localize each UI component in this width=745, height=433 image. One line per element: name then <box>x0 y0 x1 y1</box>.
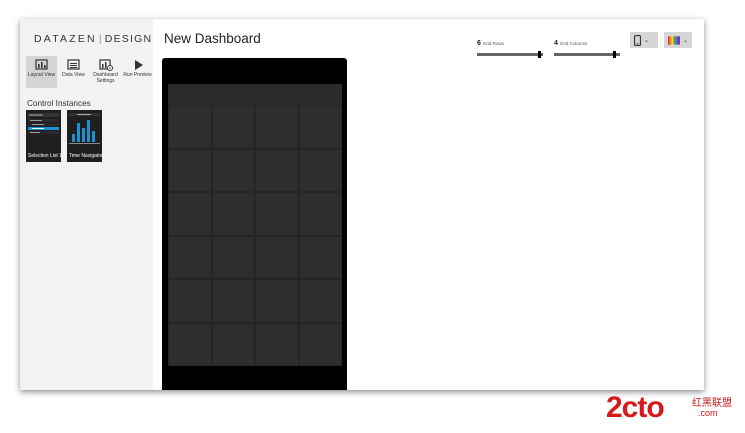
dashboard-settings-icon <box>98 59 113 71</box>
play-icon <box>134 60 143 70</box>
run-preview-button[interactable]: Run Preview <box>122 56 153 88</box>
data-view-label: Data View <box>62 72 85 78</box>
grid-cell[interactable] <box>255 148 299 192</box>
grid-cell[interactable] <box>168 148 212 192</box>
view-toolbar: Layout View Data View Dashboard Settings… <box>26 56 154 90</box>
device-screen <box>168 84 342 366</box>
instance-caption: Selection List 1 <box>28 153 62 159</box>
device-picker[interactable]: ⌄ <box>630 32 658 48</box>
app-brand: DATAZEN <box>34 33 97 45</box>
grid-cell[interactable] <box>298 192 342 236</box>
grid-cell[interactable] <box>211 105 255 149</box>
grid-cell[interactable] <box>298 279 342 323</box>
device-frame <box>162 58 347 390</box>
data-view-button[interactable]: Data View <box>58 56 89 88</box>
layout-view-label: Layout View <box>27 72 56 78</box>
watermark-logo: 2cto 红黑联盟 .com <box>606 392 742 428</box>
dashboard-title[interactable]: New Dashboard <box>164 31 261 46</box>
grid-cell[interactable] <box>298 148 342 192</box>
grid-columns-slider-thumb[interactable] <box>612 51 616 58</box>
run-preview-label: Run Preview <box>123 72 152 78</box>
grid-cell[interactable] <box>211 192 255 236</box>
grid-rows-label: Grid Rows <box>482 41 504 46</box>
sidebar: DATAZEN | DESIGNER Layout View Data View… <box>20 19 168 390</box>
control-instances-title: Control Instances <box>27 99 91 108</box>
grid-cell[interactable] <box>168 105 212 149</box>
grid-cell[interactable] <box>168 235 212 279</box>
grid-rows-slider[interactable] <box>477 51 543 58</box>
layout-grid <box>168 105 342 366</box>
grid-cell[interactable] <box>211 322 255 366</box>
layout-view-button[interactable]: Layout View <box>26 56 57 88</box>
app-window: DATAZEN | DESIGNER Layout View Data View… <box>20 19 704 390</box>
grid-columns-label: Grid Columns <box>559 41 588 46</box>
grid-cell[interactable] <box>255 105 299 149</box>
grid-cell[interactable] <box>298 235 342 279</box>
design-canvas: New Dashboard 6 Grid Rows 4 Grid Columns ⌄ <box>153 19 704 390</box>
grid-cell[interactable] <box>211 279 255 323</box>
color-palette-icon <box>668 35 680 45</box>
instance-caption: Time Navigator <box>69 153 103 159</box>
app-title: DATAZEN | DESIGNER <box>34 33 169 45</box>
grid-columns-control: 4 Grid Columns <box>554 32 620 58</box>
grid-columns-value: 4 <box>554 40 558 47</box>
grid-rows-control: 6 Grid Rows <box>477 32 543 58</box>
grid-cell[interactable] <box>298 322 342 366</box>
instance-selection-list[interactable]: Selection List 1 <box>26 110 62 162</box>
watermark-sub: 红黑联盟 <box>692 398 732 409</box>
grid-cell[interactable] <box>168 192 212 236</box>
time-navigator-thumbnail <box>69 113 100 144</box>
watermark-main: 2cto <box>606 391 665 424</box>
grid-cell[interactable] <box>211 235 255 279</box>
dashboard-settings-label: Dashboard Settings <box>93 72 118 84</box>
grid-cell[interactable] <box>255 235 299 279</box>
grid-cell[interactable] <box>168 322 212 366</box>
grid-cell[interactable] <box>298 105 342 149</box>
chevron-down-icon: ⌄ <box>682 37 688 44</box>
grid-cell[interactable] <box>255 192 299 236</box>
grid-rows-value: 6 <box>477 40 481 47</box>
selection-list-thumbnail <box>28 113 59 134</box>
grid-cell[interactable] <box>255 322 299 366</box>
grid-columns-slider[interactable] <box>554 51 620 58</box>
phone-icon <box>634 34 641 46</box>
title-separator: | <box>98 33 103 45</box>
grid-cell[interactable] <box>211 148 255 192</box>
watermark-suffix: .com <box>698 408 718 418</box>
grid-rows-slider-thumb[interactable] <box>538 51 542 58</box>
dashboard-settings-button[interactable]: Dashboard Settings <box>90 56 121 88</box>
instance-time-navigator[interactable]: Time Navigator <box>67 110 103 162</box>
grid-cell[interactable] <box>168 279 212 323</box>
chevron-down-icon: ⌄ <box>644 37 650 44</box>
layout-view-icon <box>34 59 48 70</box>
theme-picker[interactable]: ⌄ <box>664 32 692 48</box>
grid-cell[interactable] <box>255 279 299 323</box>
data-view-icon <box>66 59 80 70</box>
